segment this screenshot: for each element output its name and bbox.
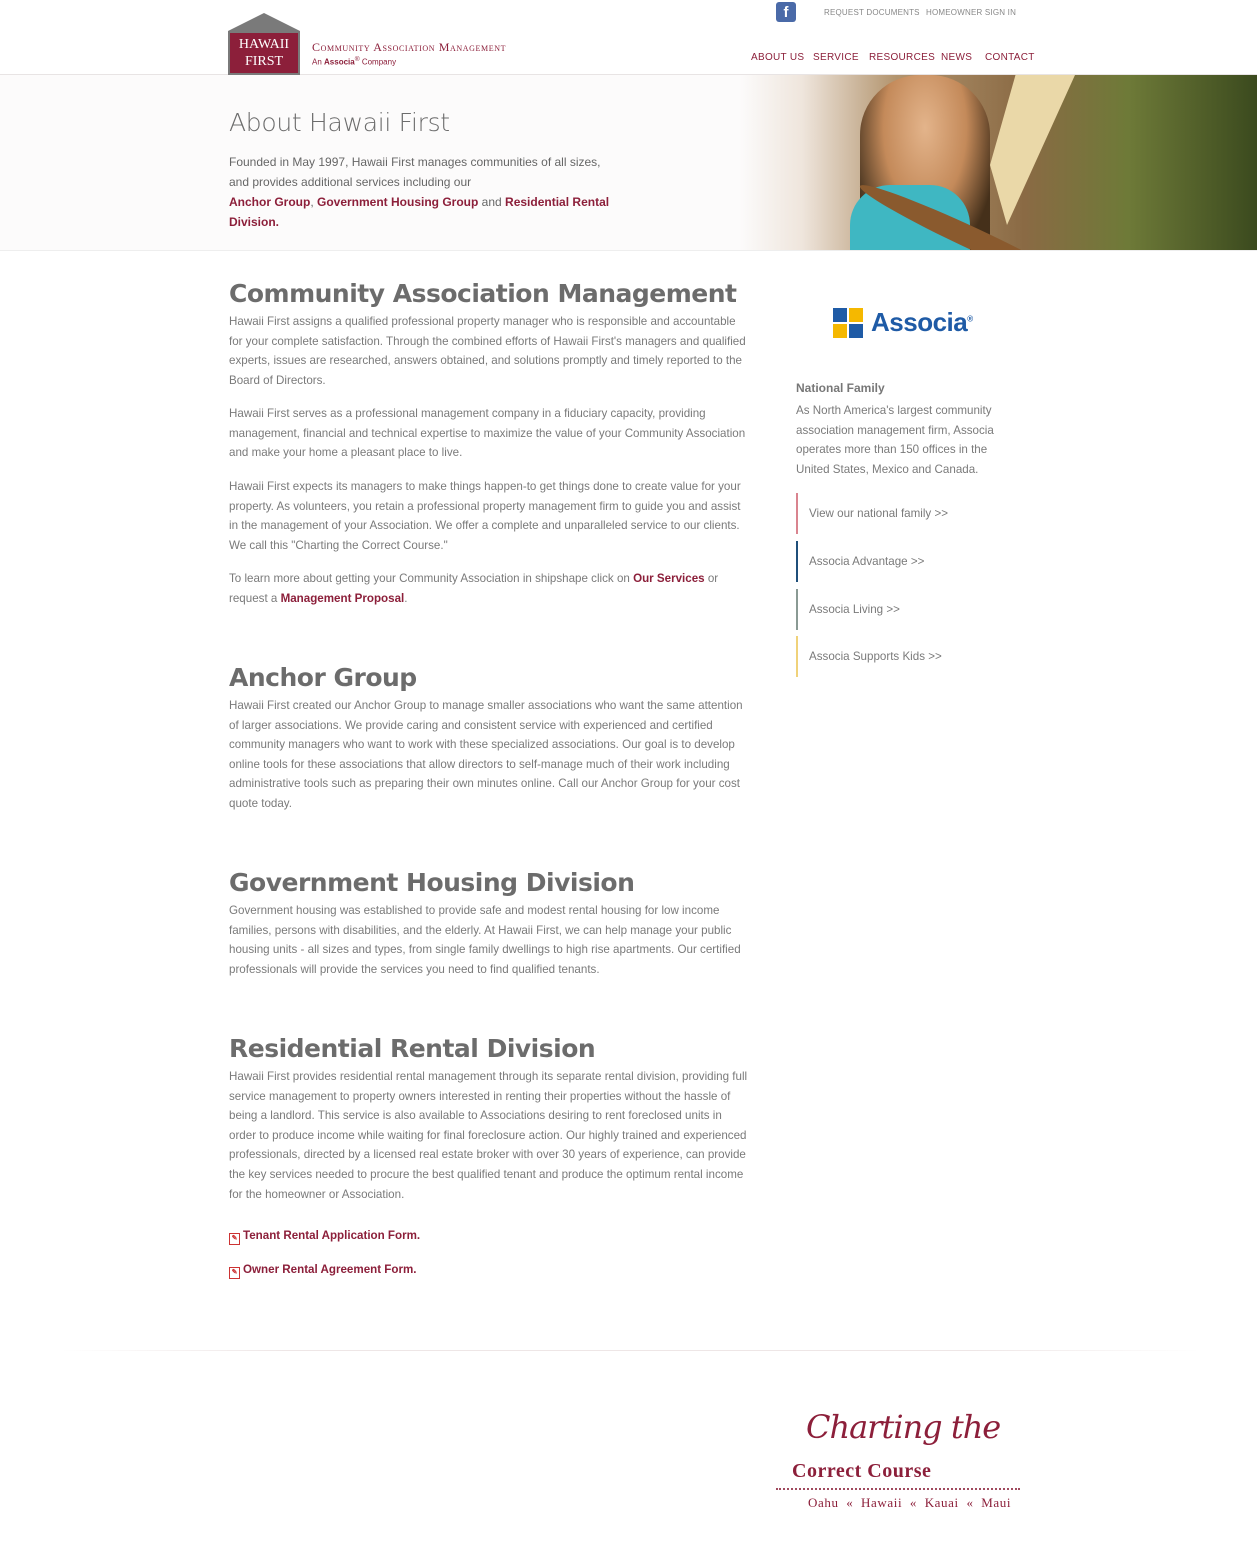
sidebar-heading: National Family (796, 381, 885, 395)
logo-line2: FIRST (245, 54, 284, 69)
request-documents-link[interactable]: REQUEST DOCUMENTS (824, 8, 920, 17)
anchor-heading: Anchor Group (229, 663, 417, 692)
cam-para-2: Hawaii First serves as a professional ma… (229, 407, 746, 460)
cam-para-4: To learn more about getting your Communi… (229, 569, 751, 608)
anchor-group-link[interactable]: Anchor Group (229, 195, 310, 209)
tenant-application-label: Tenant Rental Application Form. (243, 1229, 421, 1242)
rental-heading: Residential Rental Division (229, 1034, 596, 1063)
cam-para-1: Hawaii First assigns a qualified profess… (229, 315, 746, 387)
charting-the-correct-course-logo: Charting the Correct Course Oahu « Hawai… (776, 1392, 1026, 1522)
logo-tagline: Community Association Management (312, 40, 507, 54)
associa-reg: ® (967, 314, 973, 324)
gov-para: Government housing was established to pr… (229, 904, 741, 976)
charting-script: Charting the (806, 1408, 1001, 1446)
footer-divider (60, 1350, 1200, 1351)
subtagline-brand: Associa (324, 57, 355, 67)
management-proposal-link[interactable]: Management Proposal (281, 592, 405, 605)
homeowner-sign-in-link[interactable]: HOMEOWNER SIGN IN (926, 8, 1016, 17)
facebook-icon[interactable]: f (776, 2, 796, 22)
sidebar-text: As North America's largest community ass… (796, 404, 994, 476)
nav-contact[interactable]: CONTACT (985, 52, 1035, 63)
hero-intro: Founded in May 1997, Hawaii First manage… (229, 152, 649, 232)
logo-subtagline: An Associa® Company (312, 56, 396, 67)
tenant-application-link[interactable]: ✎ Tenant Rental Application Form. (229, 1229, 421, 1245)
nav-about-us[interactable]: ABOUT US (751, 52, 804, 63)
rental-para: Hawaii First provides residential rental… (229, 1070, 748, 1201)
associa-wordmark: Associa® (871, 307, 973, 338)
subtagline-suffix: Company (359, 57, 397, 67)
hero-sep2: and (478, 195, 506, 209)
cam-p4-end: . (404, 591, 408, 605)
cam-heading: Community Association Management (229, 279, 737, 308)
sidebar-link-associa-advantage[interactable]: Associa Advantage >> (796, 541, 1006, 582)
owner-agreement-link[interactable]: ✎ Owner Rental Agreement Form. (229, 1263, 417, 1279)
nav-resources[interactable]: RESOURCES (869, 52, 935, 63)
our-services-link[interactable]: Our Services (633, 572, 705, 585)
site-header: HAWAII FIRST Community Association Manag… (0, 0, 1257, 93)
owner-agreement-label: Owner Rental Agreement Form. (243, 1263, 417, 1276)
nav-news[interactable]: NEWS (941, 52, 972, 63)
cam-para-3: Hawaii First expects its managers to mak… (229, 480, 741, 552)
hero-line3: Anchor Group, Government Housing Group a… (229, 192, 649, 232)
sidebar-link-associa-living[interactable]: Associa Living >> (796, 589, 1006, 630)
logo-line1: HAWAII (239, 37, 290, 52)
correct-course-text: Correct Course (792, 1460, 932, 1482)
pdf-icon: ✎ (229, 1233, 240, 1245)
islands-list: Oahu « Hawaii « Kauai « Maui (808, 1495, 1012, 1510)
nav-service[interactable]: SERVICE (813, 52, 859, 63)
associa-wordmark-text: Associa (871, 307, 968, 337)
page-title: About Hawaii First (229, 108, 450, 137)
hero-line1: Founded in May 1997, Hawaii First manage… (229, 155, 601, 169)
sidebar-link-associa-supports-kids[interactable]: Associa Supports Kids >> (796, 636, 1006, 677)
government-housing-link[interactable]: Government Housing Group (317, 195, 478, 209)
associa-logo[interactable]: Associa® (833, 307, 983, 341)
hero-line2: and provides additional services includi… (229, 175, 472, 189)
associa-mark-icon (833, 308, 865, 340)
dotted-divider (776, 1488, 1020, 1490)
anchor-para: Hawaii First created our Anchor Group to… (229, 699, 743, 810)
cam-p4-start: To learn more about getting your Communi… (229, 572, 634, 585)
pdf-icon: ✎ (229, 1267, 240, 1279)
gov-heading: Government Housing Division (229, 868, 635, 897)
subtagline-prefix: An (312, 57, 325, 67)
sidebar-link-national-family[interactable]: View our national family >> (796, 493, 1006, 534)
hero-sep1: , (310, 195, 317, 209)
